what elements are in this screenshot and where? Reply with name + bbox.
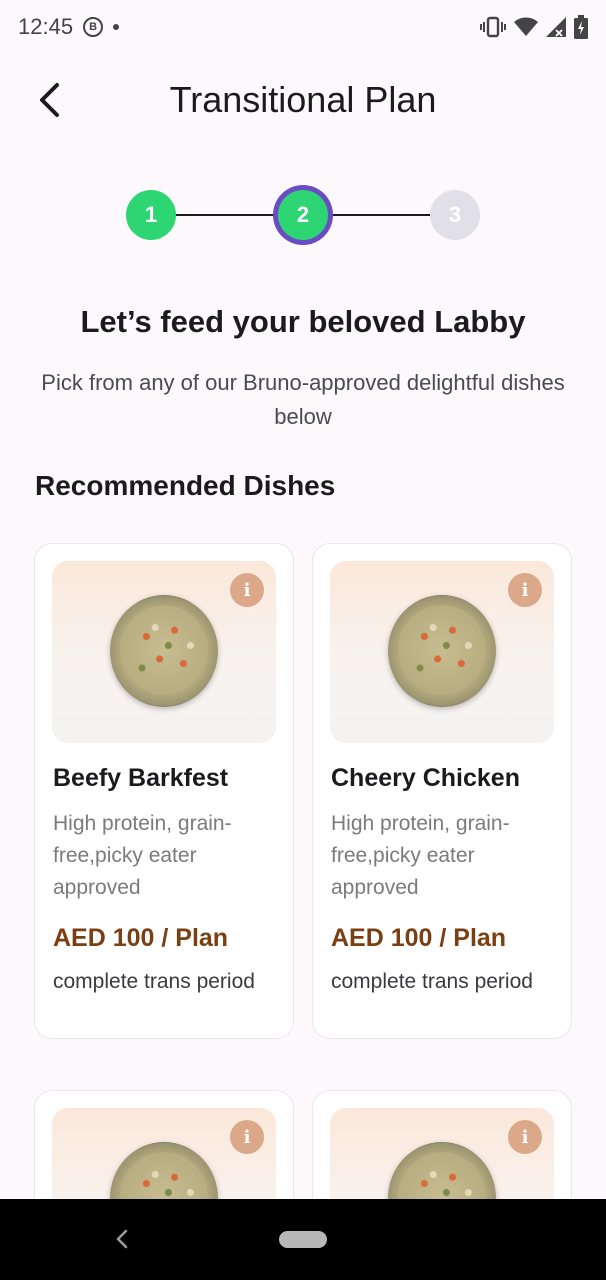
status-right [480,15,588,39]
signal-icon [546,17,566,37]
status-time: 12:45 [18,14,74,39]
food-bowl-image [388,595,496,707]
step-3: 3 [430,190,480,240]
vibrate-icon [480,16,506,38]
info-icon[interactable]: i [508,573,542,607]
dish-image: i [330,561,554,743]
chevron-left-icon [40,83,59,117]
dot-icon [113,24,120,30]
info-icon[interactable]: i [230,573,264,607]
dish-description: High protein, grain-free,picky eater app… [53,812,232,899]
step-connector [170,214,280,216]
step-connector [328,214,434,216]
dish-card[interactable]: i Beefy Barkfest High protein, grain-fre… [34,543,294,1039]
back-triangle-icon[interactable] [108,1225,136,1253]
section-title: Recommended Dishes [35,470,336,501]
dish-description: High protein, grain-free,picky eater app… [331,812,510,899]
step-2: 2 [278,190,328,240]
dish-price: AED 100 / Plan [331,924,507,952]
dish-name: Cheery Chicken [331,764,520,792]
dish-price: AED 100 / Plan [53,924,229,952]
system-nav-bar [0,1199,606,1280]
wifi-icon [514,17,538,37]
dish-period: complete trans period [53,970,255,993]
food-bowl-image [110,595,218,707]
header: Transitional Plan [0,66,606,134]
dish-name: Beefy Barkfest [53,764,229,792]
dish-image: i [52,561,276,743]
stepper: 1 2 3 [0,188,606,242]
status-bar: 12:45 B [0,0,606,54]
intro-subtitle: Pick from any of our Bruno-approved deli… [41,370,565,429]
b-badge-icon: B [83,17,104,37]
intro-title: Let’s feed your beloved Labby [80,304,526,339]
page-title: Transitional Plan [169,79,437,120]
step-1: 1 [126,190,176,240]
dish-card[interactable]: i Cheery Chicken High protein, grain-fre… [312,543,572,1039]
battery-charging-icon [574,15,588,39]
dish-period: complete trans period [331,970,533,993]
info-icon[interactable]: i [230,1120,264,1154]
home-pill-icon[interactable] [279,1231,327,1248]
status-left: 12:45 B [18,14,120,40]
info-icon[interactable]: i [508,1120,542,1154]
back-button[interactable] [30,80,70,120]
